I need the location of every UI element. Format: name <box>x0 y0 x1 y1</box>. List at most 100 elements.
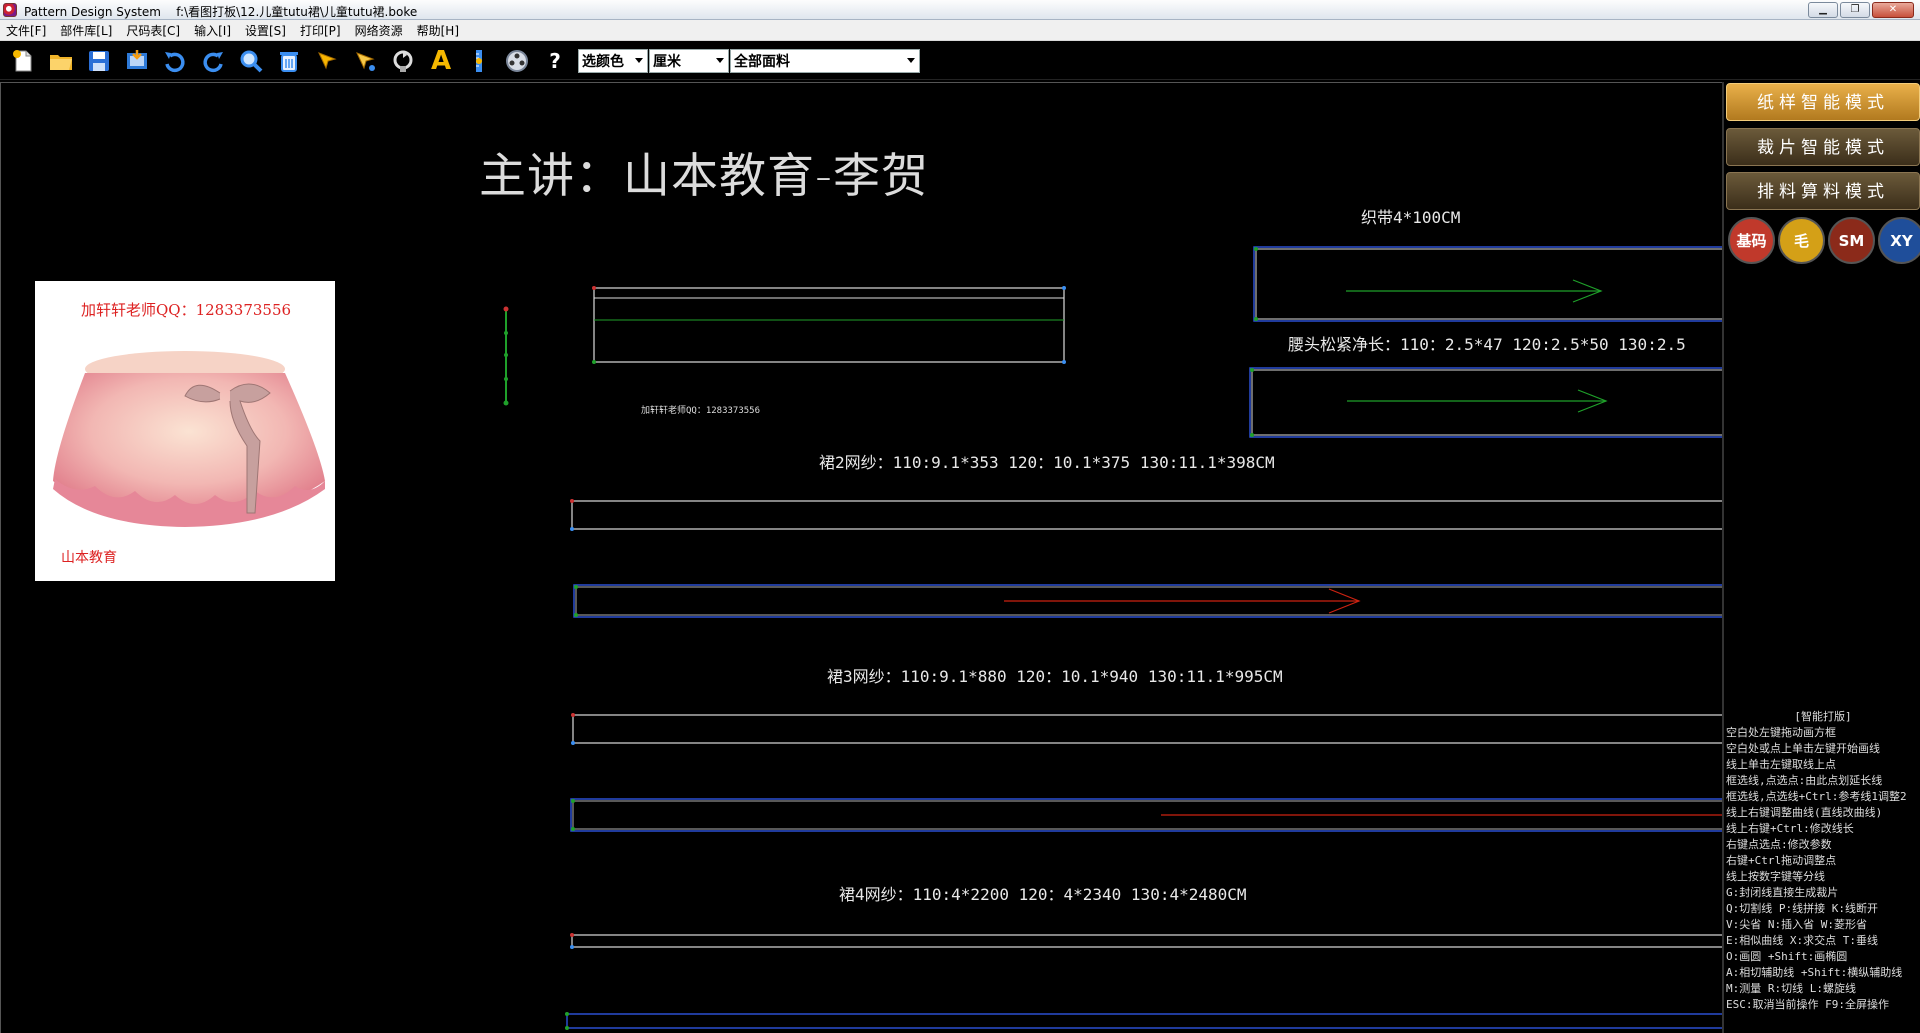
help-line: V:尖省 N:插入省 W:菱形省 <box>1726 918 1867 931</box>
shortcut-help: [智能打版] 空白处左键拖动画方框 空白处或点上单击左键开始画线 线上单击左键取… <box>1726 709 1920 1013</box>
menu-settings[interactable]: 设置[S] <box>245 22 286 39</box>
right-panel: 纸样智能模式 裁片智能模式 排料算料模式 基码 毛 SM XY [智能打版] 空… <box>1722 82 1920 1033</box>
help-line: 线上右键调整曲线(直线改曲线) <box>1726 806 1883 819</box>
close-button[interactable]: ✕ <box>1872 2 1914 18</box>
fabric-select-value: 全部面料 <box>734 53 790 70</box>
delete-icon <box>280 51 298 72</box>
help-line: 线上按数字键等分线 <box>1726 870 1825 883</box>
save-button[interactable] <box>80 44 118 78</box>
pattern-smart-mode-button[interactable]: 纸样智能模式 <box>1726 83 1920 121</box>
undo-button[interactable] <box>156 44 194 78</box>
file-path: f:\看图打板\12.儿童tutu裙\儿童tutu裙.boke <box>176 5 418 19</box>
help-line: 框选线,点选点:由此点划延长线 <box>1726 774 1883 787</box>
new-file-icon <box>13 49 32 71</box>
lecturer-title: 主讲：山本教育-李贺 <box>479 149 929 204</box>
strap-piece[interactable] <box>1253 246 1722 322</box>
menu-network-resources[interactable]: 网络资源 <box>355 22 403 39</box>
color-select[interactable]: 选颜色 <box>578 48 648 73</box>
minimize-icon: ▁ <box>1819 4 1827 15</box>
toolbar: A ? 选颜色 厘米 全部面料 <box>0 42 1920 80</box>
ruler-button[interactable] <box>460 44 498 78</box>
text-tool-button[interactable]: A <box>422 44 460 78</box>
help-line: 空白处或点上单击左键开始画线 <box>1726 742 1880 755</box>
canvas-qq-note: 加轩轩老师QQ：1283373556 <box>641 406 761 416</box>
text-tool-icon: A <box>430 45 452 76</box>
sm-button[interactable]: SM <box>1828 217 1875 264</box>
unit-select[interactable]: 厘米 <box>649 48 729 73</box>
help-title: [智能打版] <box>1794 710 1852 723</box>
skirt2-piece-a[interactable] <box>570 499 1722 531</box>
photo-brand-text: 山本教育 <box>61 550 117 566</box>
menu-input[interactable]: 输入[I] <box>194 22 231 39</box>
label-skirt4: 裙4网纱：110:4*2200 120：4*2340 130:4*2480CM <box>839 885 1247 904</box>
zoom-button[interactable] <box>232 44 270 78</box>
import-icon <box>127 49 147 69</box>
xy-button[interactable]: XY <box>1878 217 1920 264</box>
minimize-button[interactable]: ▁ <box>1808 2 1838 18</box>
help-line: O:画圆 +Shift:画椭圆 <box>1726 950 1848 963</box>
base-size-button[interactable]: 基码 <box>1728 217 1775 264</box>
seam-allowance-button[interactable]: 毛 <box>1778 217 1825 264</box>
label-strap: 织带4*100CM <box>1361 208 1461 227</box>
import-button[interactable] <box>118 44 156 78</box>
pick-arrow-icon <box>356 51 375 71</box>
vertical-piece[interactable] <box>503 306 509 406</box>
reel-button[interactable] <box>498 44 536 78</box>
drawing-canvas[interactable]: 主讲：山本教育-李贺 加轩轩老师QQ：1283373556 山本教育 加轩轩老师… <box>0 82 1722 1033</box>
tutu-skirt-image <box>53 351 325 527</box>
help-line: 线上右键+Ctrl:修改线长 <box>1726 822 1854 835</box>
app-logo-icon <box>3 3 17 17</box>
pick-arrow-button[interactable] <box>346 44 384 78</box>
help-icon: ? <box>549 48 561 73</box>
chevron-down-icon <box>907 57 915 63</box>
new-file-button[interactable] <box>4 44 42 78</box>
skirt4-piece-a[interactable] <box>570 933 1722 949</box>
help-line: 右键点选点:修改参数 <box>1726 838 1832 851</box>
menu-size-chart[interactable]: 尺码表[C] <box>126 22 180 39</box>
save-icon <box>89 50 109 71</box>
menu-parts-library[interactable]: 部件库[L] <box>60 22 112 39</box>
help-line: A:相切辅助线 +Shift:横纵辅助线 <box>1726 966 1903 979</box>
chevron-down-icon <box>635 57 643 63</box>
title-bar: Pattern Design System f:\看图打板\12.儿童tutu裙… <box>0 0 1920 20</box>
select-arrow-button[interactable] <box>308 44 346 78</box>
waist-piece[interactable] <box>592 286 1066 364</box>
rotate-icon <box>393 50 413 72</box>
menu-file[interactable]: 文件[F] <box>6 22 46 39</box>
redo-icon <box>203 51 223 72</box>
help-line: E:相似曲线 X:求交点 T:垂线 <box>1726 934 1878 947</box>
piece-smart-mode-button[interactable]: 裁片智能模式 <box>1726 128 1920 166</box>
marker-calc-mode-button[interactable]: 排料算料模式 <box>1726 172 1920 210</box>
menu-bar: 文件[F] 部件库[L] 尺码表[C] 输入[I] 设置[S] 打印[P] 网络… <box>0 20 1920 41</box>
fabric-select[interactable]: 全部面料 <box>730 48 920 73</box>
help-line: M:测量 R:切线 L:螺旋线 <box>1726 982 1856 995</box>
reel-icon <box>506 49 528 72</box>
help-line: 右键+Ctrl拖动调整点 <box>1726 854 1837 867</box>
close-icon: ✕ <box>1888 4 1898 15</box>
select-arrow-icon <box>318 51 337 69</box>
restore-button[interactable]: ❐ <box>1840 2 1870 18</box>
unit-select-value: 厘米 <box>653 53 681 70</box>
skirt3-piece-b[interactable] <box>570 798 1722 832</box>
zoom-icon <box>240 50 263 72</box>
redo-button[interactable] <box>194 44 232 78</box>
rotate-button[interactable] <box>384 44 422 78</box>
product-photo-card[interactable]: 加轩轩老师QQ：1283373556 山本教育 <box>35 281 335 581</box>
menu-help[interactable]: 帮助[H] <box>417 22 459 39</box>
help-line: 线上单击左键取线上点 <box>1726 758 1836 771</box>
delete-button[interactable] <box>270 44 308 78</box>
menu-print[interactable]: 打印[P] <box>300 22 341 39</box>
label-skirt3: 裙3网纱：110:9.1*880 120：10.1*940 130:11.1*9… <box>827 667 1283 686</box>
elastic-piece[interactable] <box>1249 367 1722 438</box>
help-line: Q:切割线 P:线拼接 K:线断开 <box>1726 902 1878 915</box>
open-button[interactable] <box>42 44 80 78</box>
skirt2-piece-b[interactable] <box>573 584 1722 618</box>
skirt3-piece-a[interactable] <box>571 713 1722 745</box>
ruler-icon <box>476 49 482 72</box>
restore-icon: ❐ <box>1850 4 1860 15</box>
app-name: Pattern Design System <box>24 5 161 19</box>
skirt4-piece-b[interactable] <box>565 1012 1722 1030</box>
help-button[interactable]: ? <box>536 44 574 78</box>
label-skirt2: 裙2网纱：110:9.1*353 120：10.1*375 130:11.1*3… <box>819 453 1275 472</box>
chevron-down-icon <box>716 57 724 63</box>
